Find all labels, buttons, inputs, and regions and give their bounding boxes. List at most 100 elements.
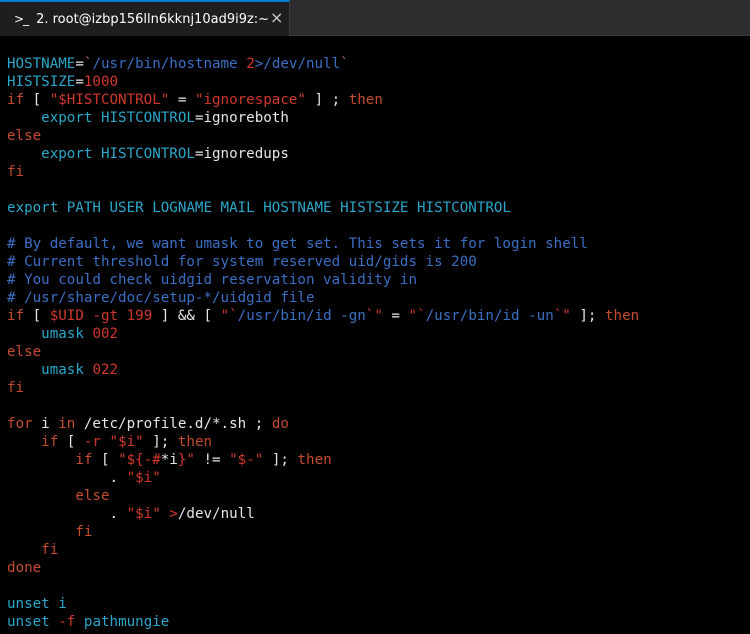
code-token: 2 [246, 56, 255, 72]
code-token: then [348, 92, 383, 108]
code-token: ` [340, 56, 349, 72]
tab-bar: >_ 2. root@izbp156lln6kknj10ad9i9z:~ × [0, 0, 750, 36]
code-token: fi [75, 524, 93, 540]
close-icon[interactable]: × [270, 8, 283, 27]
code-token: =ignoredups [194, 146, 289, 162]
code-token: =ignoreboth [194, 110, 289, 126]
code-line: unset -f pathmungie [7, 614, 169, 630]
code-token: 1000 [83, 74, 119, 90]
code-token: if [75, 452, 93, 468]
code-token: /dev/null [177, 506, 255, 522]
code-token: else [75, 488, 110, 504]
code-line: export HISTCONTROL=ignoredups [7, 146, 289, 162]
code-line: fi [7, 164, 24, 180]
code-token: = [382, 308, 409, 324]
code-line: done [7, 560, 41, 576]
code-token: unset [7, 596, 50, 612]
code-token: "${-# [118, 452, 161, 468]
code-token: "ignorespace" [194, 92, 306, 108]
code-token: done [7, 560, 42, 576]
code-token: # Current threshold for system reserved … [7, 254, 477, 270]
code-token: `" [553, 308, 571, 324]
code-token: }" [177, 452, 195, 468]
code-token: i [58, 596, 67, 612]
code-token: 022 [92, 362, 119, 378]
code-line: # You could check uidgid reservation val… [7, 272, 417, 288]
code-line: else [7, 128, 41, 144]
code-token: /usr/bin/hostname [92, 56, 247, 72]
code-line: fi [7, 524, 92, 540]
code-token: if [7, 92, 25, 108]
code-line: fi [7, 380, 24, 396]
terminal-tab[interactable]: >_ 2. root@izbp156lln6kknj10ad9i9z:~ × [0, 0, 290, 36]
code-token: . [7, 506, 127, 522]
code-token: "$i" [109, 434, 144, 450]
code-token: -f [58, 614, 76, 630]
code-token: then [177, 434, 213, 450]
code-token: "$i" [126, 506, 161, 522]
script-content: HOSTNAME=`/usr/bin/hostname 2>/dev/null`… [7, 55, 639, 631]
code-token: ]; [143, 434, 178, 450]
code-line: if [ -r "$i" ]; then [7, 434, 212, 450]
code-token: umask [41, 362, 84, 378]
code-token: fi [7, 164, 25, 180]
code-token: pathmungie [83, 614, 170, 630]
terminal-area[interactable]: HOSTNAME=`/usr/bin/hostname 2>/dev/null`… [0, 36, 750, 634]
code-token: /usr/bin/id -gn [237, 308, 366, 324]
code-token: # By default, we want umask to get set. … [7, 236, 588, 252]
code-line: # By default, we want umask to get set. … [7, 236, 588, 252]
code-token: ]; [570, 308, 605, 324]
code-token: -gt [92, 308, 119, 324]
code-token: if [41, 434, 59, 450]
code-line: HOSTNAME=`/usr/bin/hostname 2>/dev/null` [7, 56, 349, 72]
code-token: [ [24, 92, 50, 108]
code-token: = [169, 92, 195, 108]
code-token: for [7, 416, 33, 432]
code-token: HISTCONTROL [100, 110, 195, 126]
code-line: # Current threshold for system reserved … [7, 254, 477, 270]
code-token: export [7, 200, 59, 216]
code-line: umask 022 [7, 362, 118, 378]
code-token: [ [24, 308, 50, 324]
code-token: HISTCONTROL [100, 146, 195, 162]
code-token: = [75, 74, 84, 90]
code-token: fi [41, 542, 59, 558]
code-line: # /usr/share/doc/setup-*/uidgid file [7, 290, 315, 306]
code-token: export [41, 146, 93, 162]
code-line: fi [7, 542, 58, 558]
code-token: "$-" [229, 452, 264, 468]
code-line: . "$i" [7, 470, 160, 486]
code-token: `" [365, 308, 383, 324]
code-line: if [ "${-#*i}" != "$-" ]; then [7, 452, 331, 468]
code-token: if [7, 308, 25, 324]
code-token: i [32, 416, 59, 432]
code-token: $UID [49, 308, 84, 324]
code-token: > [169, 506, 178, 522]
code-token: # You could check uidgid reservation val… [7, 272, 417, 288]
code-token: = [75, 56, 84, 72]
code-token: >/dev/null [254, 56, 341, 72]
code-token: "` [220, 308, 238, 324]
code-token: [ [58, 434, 84, 450]
code-line: umask 002 [7, 326, 118, 342]
code-line: else [7, 344, 41, 360]
code-line: if [ $UID -gt 199 ] && [ "`/usr/bin/id -… [7, 308, 639, 324]
code-token: ]; [263, 452, 298, 468]
code-token: then [605, 308, 640, 324]
code-line: export PATH USER LOGNAME MAIL HOSTNAME H… [7, 200, 511, 216]
code-line: HISTSIZE=1000 [7, 74, 118, 90]
code-token: *i [160, 452, 178, 468]
code-token: unset [7, 614, 50, 630]
